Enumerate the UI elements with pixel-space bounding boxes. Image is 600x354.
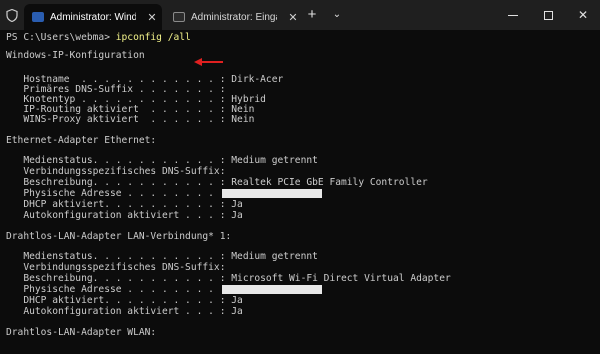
section-header: Drahtlos-LAN-Adapter LAN-Verbindung* 1: [6, 231, 232, 242]
tab-powershell[interactable]: Administrator: Windows PowerShell ✕ [24, 4, 162, 30]
red-arrow-icon [194, 58, 223, 66]
tab-label: Administrator: Windows PowerShell [50, 11, 136, 23]
redacted-mac-address [222, 285, 322, 294]
section-header: Windows-IP-Konfiguration [6, 50, 145, 61]
title-bar: Administrator: Windows PowerShell ✕ Admi… [0, 0, 600, 30]
prompt-path: PS C:\Users\webma> [6, 32, 110, 43]
close-tab-icon[interactable]: ✕ [146, 11, 158, 24]
shield-icon [6, 9, 18, 22]
new-tab-button[interactable]: + [305, 7, 319, 22]
close-window-button[interactable]: ✕ [566, 0, 600, 30]
cmd-icon [173, 12, 185, 22]
section-header: Ethernet-Adapter Ethernet: [6, 135, 157, 146]
output-row: Autokonfiguration aktiviert . . . : Ja [6, 306, 243, 317]
chevron-down-icon[interactable]: ⌄ [331, 8, 343, 22]
maximize-icon [543, 10, 553, 20]
section-header: Drahtlos-LAN-Adapter WLAN: [6, 327, 157, 338]
tab-label: Administrator: Eingabeaufforderung [191, 11, 277, 23]
close-tab-icon[interactable]: ✕ [287, 11, 299, 24]
redacted-mac-address [222, 189, 322, 198]
powershell-icon [32, 12, 44, 22]
terminal-output[interactable]: PS C:\Users\webma> ipconfig /all Windows… [0, 30, 600, 354]
minimize-icon [508, 14, 518, 16]
prompt-line: PS C:\Users\webma> ipconfig /all [6, 32, 191, 44]
maximize-button[interactable] [531, 0, 565, 30]
output-row: WINS-Proxy aktiviert . . . . . . : Nein [6, 114, 255, 125]
tab-cmd[interactable]: Administrator: Eingabeaufforderung ✕ [165, 4, 299, 30]
command-text: ipconfig /all [115, 32, 191, 43]
output-row: Autokonfiguration aktiviert . . . : Ja [6, 210, 243, 221]
minimize-button[interactable] [496, 0, 530, 30]
